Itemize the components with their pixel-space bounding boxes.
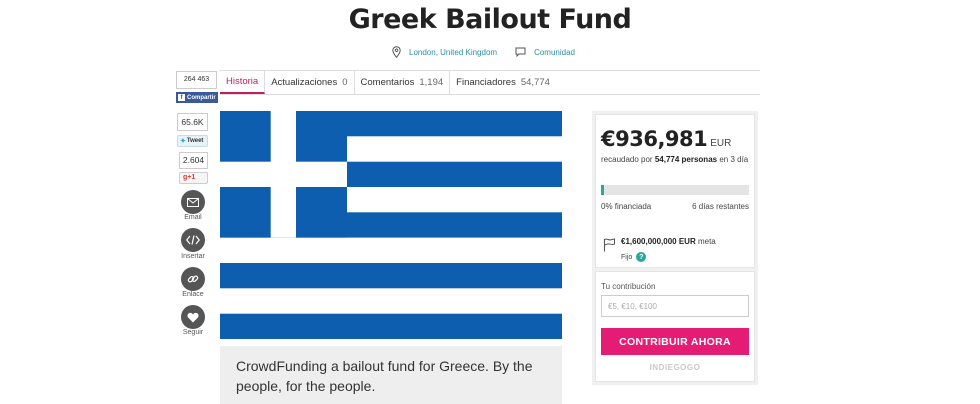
help-icon[interactable]: ? — [636, 252, 647, 262]
embed-label: Insertar — [181, 253, 205, 260]
contribute-now-button[interactable]: CONTRIBUIR AHORA — [601, 328, 749, 355]
backers-count: 54,774 personas — [654, 155, 718, 164]
facebook-share-label: Compartir — [187, 94, 216, 101]
tab-count: 0 — [342, 77, 348, 88]
tweet-button[interactable]: ✦ Tweet — [177, 135, 208, 147]
tweet-label: Tweet — [186, 138, 204, 144]
amount-value: €936,981 — [601, 127, 708, 151]
raised-suffix: en 3 día — [719, 155, 749, 164]
facebook-icon: f — [178, 94, 185, 101]
goal-type: Fijo ? — [621, 252, 647, 262]
campaign-title: Greek Bailout Fund — [348, 4, 632, 35]
tab-financiadores[interactable]: Financiadores 54,774 — [450, 71, 556, 94]
tab-count: 54,774 — [520, 77, 550, 88]
tab-comentarios[interactable]: Comentarios 1,194 — [355, 71, 451, 94]
raised-by-text: recaudado por 54,774 personas en 3 día — [601, 154, 751, 166]
category-icon — [515, 47, 526, 57]
goal-amount: €1,600,000,000 EUR — [621, 237, 696, 246]
amount-raised: €936,981 EUR — [601, 127, 731, 151]
link-label: Enlace — [182, 291, 204, 298]
twitter-bird-icon: ✦ — [180, 138, 186, 145]
campaign-location-link[interactable]: London, United Kingdom — [409, 48, 497, 57]
location-pin-icon — [392, 46, 401, 58]
twitter-share-count: 65.6K — [177, 113, 208, 131]
tab-label: Actualizaciones — [271, 77, 338, 88]
contribution-label: Tu contribución — [601, 282, 656, 291]
tab-label: Historia — [226, 76, 259, 87]
percent-funded: 0% financiada — [601, 202, 652, 211]
tab-count: 1,194 — [419, 77, 444, 88]
follow-button[interactable] — [181, 305, 205, 329]
code-icon — [186, 235, 200, 245]
funding-progress-bar — [601, 185, 749, 195]
days-remaining: 6 días restantes — [692, 202, 749, 211]
tab-actualizaciones[interactable]: Actualizaciones 0 — [265, 71, 355, 94]
indiegogo-logo: INDIEGOGO — [649, 363, 701, 372]
campaign-tabs: Historia Actualizaciones 0 Comentarios 1… — [220, 70, 760, 95]
embed-button[interactable] — [181, 228, 205, 252]
campaign-meta: London, United Kingdom Comunidad — [392, 46, 575, 58]
goal-type-label: Fijo — [621, 253, 633, 261]
funding-progress-fill — [601, 185, 604, 195]
campaign-category-link[interactable]: Comunidad — [534, 48, 575, 57]
tab-label: Comentarios — [360, 77, 415, 88]
follow-label: Seguir — [182, 329, 204, 336]
contribution-amount-input[interactable] — [601, 295, 749, 317]
goal-suffix: meta — [697, 237, 716, 246]
link-icon — [187, 275, 199, 283]
email-share-button[interactable] — [181, 190, 205, 214]
gplus-share-count: 2.604 — [179, 152, 208, 169]
envelope-icon — [187, 197, 199, 207]
campaign-description: CrowdFunding a bailout fund for Greece. … — [220, 346, 562, 404]
gplus-button[interactable]: g+1 — [179, 172, 208, 184]
email-label: Email — [184, 214, 202, 221]
funding-goal: €1,600,000,000 EUR meta — [621, 237, 716, 246]
goal-flag-icon — [603, 238, 615, 252]
tab-historia[interactable]: Historia — [220, 71, 266, 94]
greek-flag-image — [220, 111, 562, 339]
heart-icon — [187, 312, 199, 322]
link-button[interactable] — [181, 267, 205, 291]
amount-currency: EUR — [710, 138, 732, 149]
facebook-share-count: 264 463 — [176, 71, 217, 89]
tab-label: Financiadores — [456, 77, 516, 88]
raised-prefix: recaudado por — [601, 155, 653, 164]
facebook-share-button[interactable]: f Compartir — [176, 92, 218, 103]
